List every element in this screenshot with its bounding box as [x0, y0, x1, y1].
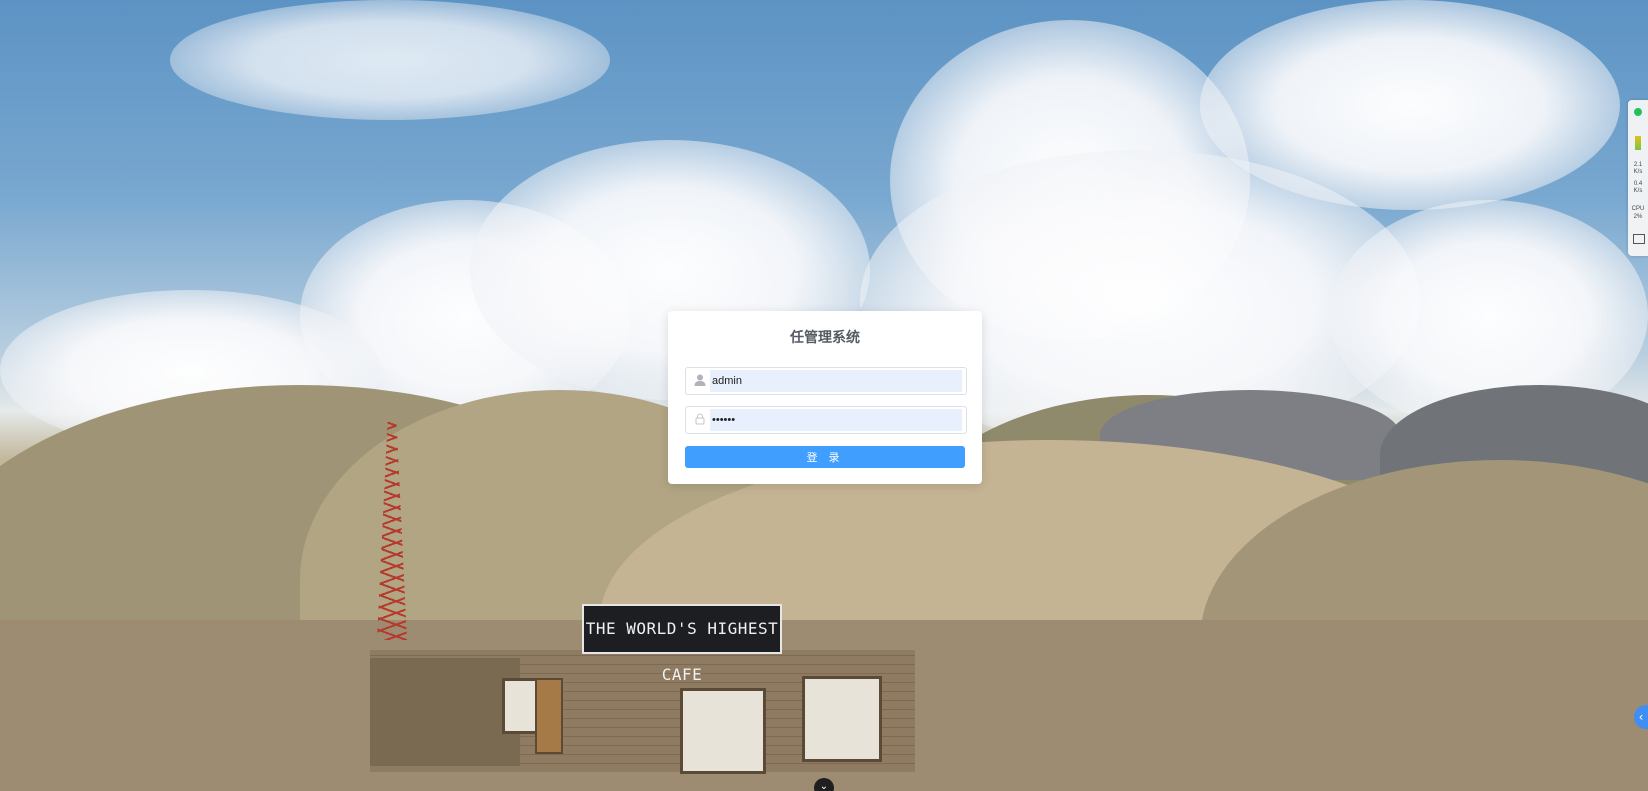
password-input[interactable]	[710, 409, 962, 431]
image-icon[interactable]	[1633, 234, 1645, 244]
cpu-label: CPU	[1631, 206, 1645, 212]
user-icon	[694, 374, 706, 386]
login-card: 任管理系统 登 录	[668, 311, 982, 484]
net-down-value: 2.1	[1633, 162, 1643, 168]
login-page: THE WORLD'S HIGHEST CAFE 任管理系统 登 录	[0, 0, 1648, 791]
login-title: 任管理系统	[790, 329, 860, 345]
system-monitor-widget[interactable]: 2.1 K/s 0.4 K/s CPU 2%	[1628, 100, 1648, 256]
username-field	[685, 367, 967, 395]
net-up-unit: K/s	[1633, 188, 1643, 194]
password-field	[685, 406, 967, 434]
username-input[interactable]	[710, 370, 962, 392]
chevron-down-icon[interactable]: ⌄	[814, 778, 834, 791]
net-down-unit: K/s	[1633, 169, 1643, 175]
cafe-sign: THE WORLD'S HIGHEST CAFE	[582, 604, 782, 684]
status-ok-icon	[1634, 108, 1642, 116]
memory-bar	[1635, 136, 1641, 150]
cafe-building: THE WORLD'S HIGHEST CAFE	[370, 602, 915, 774]
login-button[interactable]: 登 录	[685, 446, 965, 468]
net-up-value: 0.4	[1633, 181, 1643, 187]
cpu-value: 2%	[1633, 214, 1643, 220]
lock-icon	[695, 413, 705, 425]
